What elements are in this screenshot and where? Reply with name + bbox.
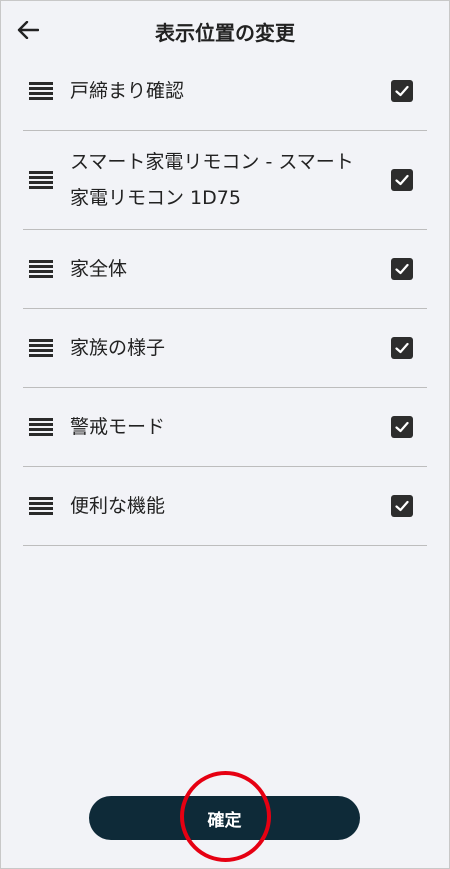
item-checkbox[interactable]	[391, 416, 413, 438]
item-label: 家族の様子	[70, 337, 166, 359]
reorder-list: 戸締まり確認 スマート家電リモコン - スマート家電リモコン 1D75 家全体 …	[23, 52, 427, 546]
list-item: スマート家電リモコン - スマート家電リモコン 1D75	[23, 131, 427, 230]
item-checkbox[interactable]	[391, 495, 413, 517]
list-item: 家全体	[23, 230, 427, 309]
list-item: 戸締まり確認	[23, 52, 427, 131]
header: 表示位置の変更	[0, 0, 450, 60]
confirm-button-label: 確定	[207, 810, 242, 830]
item-checkbox[interactable]	[391, 337, 413, 359]
item-checkbox[interactable]	[391, 80, 413, 102]
item-label: 警戒モード	[70, 416, 166, 438]
list-item: 警戒モード	[23, 388, 427, 467]
drag-handle-icon[interactable]	[29, 260, 53, 278]
checkmark-icon	[395, 421, 409, 433]
item-label: 便利な機能	[70, 495, 166, 517]
checkmark-icon	[395, 174, 409, 186]
checkmark-icon	[395, 500, 409, 512]
item-checkbox[interactable]	[391, 258, 413, 280]
item-label: 家全体	[70, 258, 128, 280]
page-title: 表示位置の変更	[155, 21, 295, 45]
item-checkbox[interactable]	[391, 169, 413, 191]
checkmark-icon	[395, 85, 409, 97]
checkmark-icon	[395, 263, 409, 275]
checkmark-icon	[395, 342, 409, 354]
list-item: 家族の様子	[23, 309, 427, 388]
drag-handle-icon[interactable]	[29, 339, 53, 357]
drag-handle-icon[interactable]	[29, 82, 53, 100]
list-item: 便利な機能	[23, 467, 427, 546]
drag-handle-icon[interactable]	[29, 418, 53, 436]
drag-handle-icon[interactable]	[29, 171, 53, 189]
item-label: 戸締まり確認	[70, 80, 185, 102]
confirm-button[interactable]: 確定	[89, 796, 360, 840]
drag-handle-icon[interactable]	[29, 497, 53, 515]
item-label: スマート家電リモコン - スマート家電リモコン 1D75	[70, 151, 354, 209]
